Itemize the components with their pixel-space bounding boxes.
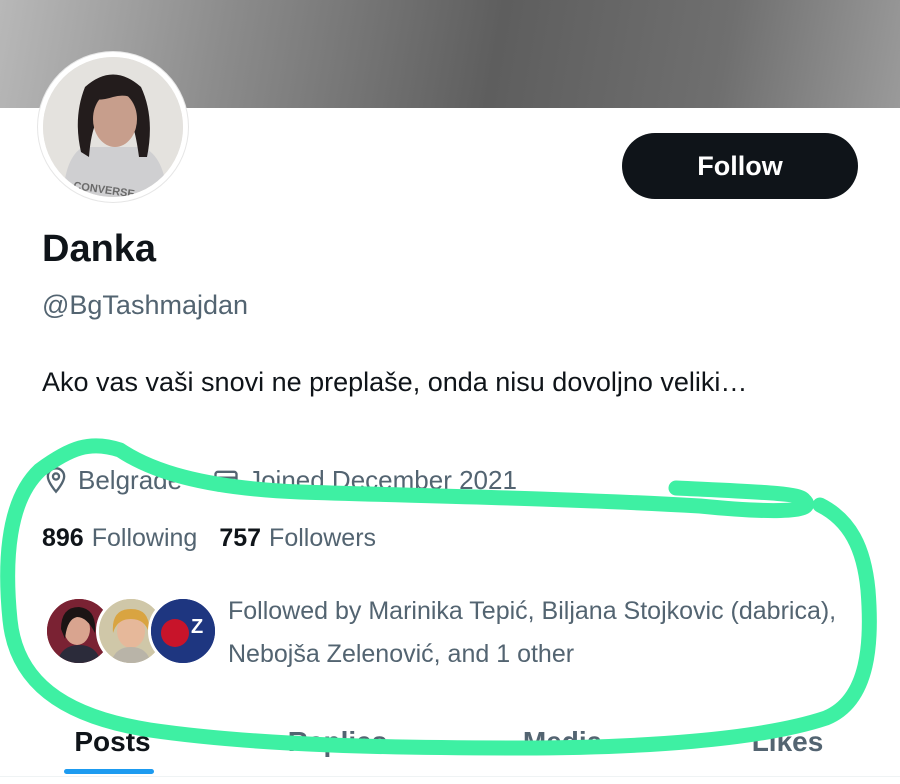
avatar-photo: CONVERSE (43, 57, 183, 197)
followers-link[interactable]: 757 Followers (219, 524, 376, 553)
user-handle: @BgTashmajdan (42, 290, 249, 320)
tab-label: Media (522, 726, 603, 757)
profile-meta: Belgrade Joined December 2021 (42, 462, 547, 498)
tab-label: Replies (287, 726, 388, 757)
follower-avatar: Z (148, 596, 218, 666)
following-label: Following (91, 524, 198, 552)
tab-replies[interactable]: Replies (225, 700, 450, 784)
display-name: Danka (42, 228, 157, 270)
follow-button[interactable]: Follow (622, 133, 858, 199)
tab-likes[interactable]: Likes (675, 700, 900, 784)
active-tab-indicator (64, 769, 154, 774)
tab-label: Posts (74, 726, 151, 757)
followed-by-text[interactable]: Followed by Marinika Tepić, Biljana Stoj… (228, 590, 848, 676)
profile-bio: Ako vas vaši snovi ne preplaše, onda nis… (42, 367, 748, 397)
followers-count: 757 (219, 524, 262, 552)
location-text: Belgrade (78, 464, 183, 495)
profile-tabs: Posts Replies Media Likes (0, 700, 900, 784)
location-pin-icon (46, 467, 66, 494)
profile-avatar[interactable]: CONVERSE (38, 52, 188, 202)
svg-text:Z: Z (191, 616, 203, 638)
tab-media[interactable]: Media (450, 700, 675, 784)
location-item: Belgrade (42, 465, 182, 496)
joined-text: Joined December 2021 (248, 464, 517, 495)
calendar-icon (214, 470, 238, 492)
following-count: 896 (42, 524, 84, 552)
profile-stats: 896 Following 757 Followers (42, 524, 398, 553)
followers-label: Followers (269, 524, 377, 552)
joined-item: Joined December 2021 (212, 465, 517, 496)
tab-label: Likes (751, 726, 824, 757)
following-link[interactable]: 896 Following (42, 524, 197, 553)
tab-posts[interactable]: Posts (0, 700, 225, 784)
followed-by-avatars[interactable]: Z (44, 596, 218, 668)
tabs-divider (0, 776, 900, 777)
